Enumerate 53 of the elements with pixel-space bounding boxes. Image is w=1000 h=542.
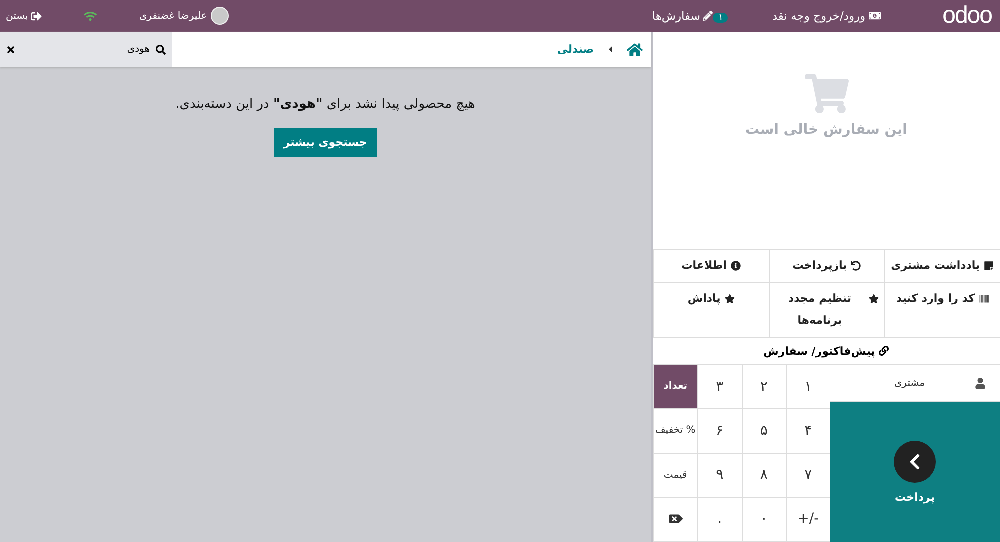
- backspace-key[interactable]: [653, 498, 698, 542]
- control-button[interactable]: تنظیم مجدد برنامه‌ها: [768, 283, 884, 338]
- user-icon: [975, 378, 986, 388]
- chevron-icon: [894, 440, 936, 482]
- control-button[interactable]: بازپرداخت: [768, 250, 884, 283]
- control-button[interactable]: یادداشت مشتری: [884, 250, 1000, 283]
- close-button[interactable]: بستن: [6, 10, 42, 22]
- search-input[interactable]: هودی: [20, 43, 152, 56]
- numpad-key[interactable]: ۸: [742, 454, 786, 498]
- control-button[interactable]: پاداش: [653, 283, 769, 338]
- info-icon: [730, 261, 741, 271]
- user-name: علیرضا غضنفری: [139, 7, 230, 25]
- numpad-key[interactable]: ۰: [742, 498, 786, 542]
- undo-icon: [851, 261, 862, 271]
- payment-button[interactable]: پرداخت: [830, 402, 1000, 542]
- numpad-key[interactable]: ۳: [697, 365, 742, 410]
- numpad-key[interactable]: ۵: [742, 409, 786, 454]
- barcode-icon: [979, 294, 990, 304]
- exit-icon: [31, 10, 42, 22]
- search-field[interactable]: هودی: [0, 32, 172, 67]
- avatar: [211, 7, 230, 25]
- pencil-icon: [703, 11, 714, 21]
- mode-key[interactable]: % تخفیف: [653, 409, 698, 454]
- no-results-message: هیچ محصولی پیدا نشد برای "هودی" در این دسته‌بندی.: [176, 97, 476, 112]
- money-icon: [868, 10, 881, 22]
- note-icon: [984, 261, 994, 271]
- orders-button[interactable]: سفارش‌ها: [652, 9, 714, 23]
- numpad-key[interactable]: ۶: [697, 409, 742, 454]
- mode-key[interactable]: تعداد: [653, 365, 698, 410]
- mode-key[interactable]: قیمت: [653, 454, 698, 498]
- numpad-key[interactable]: ۱: [786, 365, 830, 410]
- star-icon: [869, 294, 880, 304]
- order-count-badge: ۱: [713, 13, 728, 23]
- numpad-key[interactable]: .: [697, 498, 742, 542]
- search-more-button[interactable]: جستجوی بیشتر: [274, 128, 378, 157]
- numpad-key[interactable]: -/+: [786, 498, 830, 542]
- star-icon: [724, 294, 735, 304]
- home-icon[interactable]: [627, 42, 643, 58]
- numpad-key[interactable]: ۹: [697, 454, 742, 498]
- logo: odoo: [942, 4, 992, 28]
- numpad-key[interactable]: ۲: [742, 365, 786, 410]
- wifi-icon: [84, 10, 98, 22]
- cash-in-out-button[interactable]: ورود/خروج وجه نقد: [772, 9, 881, 23]
- numpad-key[interactable]: ۷: [786, 454, 830, 498]
- control-button[interactable]: کد را وارد کنید: [884, 283, 1000, 338]
- cart-icon: [804, 72, 848, 116]
- link-icon: [879, 346, 890, 356]
- search-icon: [156, 44, 166, 54]
- numpad-key[interactable]: ۴: [786, 409, 830, 454]
- control-button[interactable]: اطلاعات: [653, 250, 769, 283]
- empty-order-text: این سفارش خالی است: [746, 122, 908, 138]
- close-icon[interactable]: [6, 44, 16, 54]
- breadcrumb-link[interactable]: صندلی: [557, 43, 594, 56]
